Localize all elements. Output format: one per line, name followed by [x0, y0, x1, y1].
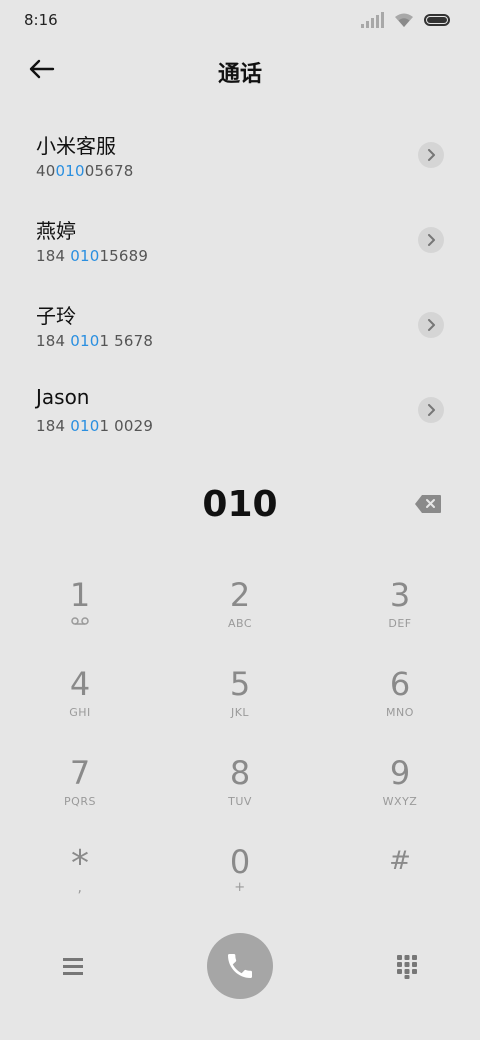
key-5[interactable]: 5 JKL: [160, 654, 320, 743]
contact-number: 184 0101 5678: [36, 332, 153, 350]
contact-item[interactable]: 小米客服 4001005678: [0, 118, 480, 203]
status-time: 8:16: [24, 11, 58, 29]
key-3[interactable]: 3 DEF: [320, 565, 480, 654]
menu-icon: [63, 958, 83, 975]
key-1[interactable]: 1: [0, 565, 160, 654]
battery-icon: [424, 14, 450, 26]
status-icons: [361, 12, 450, 28]
contact-detail-button[interactable]: [418, 397, 444, 423]
contact-number: 184 0101 0029: [36, 417, 153, 435]
chevron-right-icon: [428, 404, 435, 416]
key-digit: 8: [229, 754, 251, 792]
key-letters: +: [234, 880, 246, 895]
number-prefix: 40: [36, 162, 56, 180]
backspace-icon: [415, 495, 441, 513]
number-prefix: 184: [36, 417, 71, 435]
key-digit: 1: [69, 576, 91, 614]
number-match: 010: [55, 162, 85, 180]
contact-number: 4001005678: [36, 162, 133, 180]
contact-name: Jason: [36, 385, 90, 409]
number-suffix: 15689: [99, 247, 149, 265]
key-letters: MNO: [386, 706, 414, 719]
key-8[interactable]: 8 TUV: [160, 743, 320, 832]
key-digit: 2: [229, 576, 251, 614]
contact-detail-button[interactable]: [418, 142, 444, 168]
phone-icon: [228, 954, 252, 978]
key-digit: 6: [389, 665, 411, 703]
dialed-number: 010: [202, 484, 278, 525]
key-7[interactable]: 7 PQRS: [0, 743, 160, 832]
key-digit: 7: [69, 754, 91, 792]
contact-detail-button[interactable]: [418, 227, 444, 253]
menu-button[interactable]: [62, 956, 84, 976]
signal-icon: [361, 12, 384, 28]
backspace-button[interactable]: [414, 494, 442, 518]
page-title: 通话: [217, 62, 262, 87]
voicemail-icon: [71, 617, 89, 625]
key-letters: TUV: [228, 795, 252, 808]
key-letters: WXYZ: [382, 795, 418, 808]
dialpad-icon: [397, 955, 417, 979]
chevron-right-icon: [428, 319, 435, 331]
contact-item[interactable]: 燕婷 184 01015689: [0, 203, 480, 288]
key-letters: DEF: [388, 617, 412, 630]
key-9[interactable]: 9 WXYZ: [320, 743, 480, 832]
contact-list: 小米客服 4001005678 燕婷 184 01015689 子玲 184 0…: [0, 118, 480, 458]
contact-item[interactable]: 子玲 184 0101 5678: [0, 288, 480, 373]
key-letters: ABC: [227, 617, 253, 630]
chevron-right-icon: [428, 149, 435, 161]
key-digit: #: [389, 846, 411, 876]
key-letters: JKL: [230, 706, 250, 719]
number-suffix: 1 0029: [99, 417, 154, 435]
key-digit: *: [71, 843, 89, 884]
key-hash[interactable]: #: [320, 832, 480, 921]
number-match: 010: [70, 332, 100, 350]
key-digit: 3: [389, 576, 411, 614]
key-letters: ,: [77, 880, 83, 896]
header: 通话: [0, 44, 480, 96]
key-2[interactable]: 2 ABC: [160, 565, 320, 654]
call-button[interactable]: [207, 933, 273, 999]
key-digit: 0: [229, 843, 251, 881]
contact-detail-button[interactable]: [418, 312, 444, 338]
contact-name: 燕婷: [36, 219, 76, 243]
key-letters: GHI: [69, 706, 91, 719]
key-4[interactable]: 4 GHI: [0, 654, 160, 743]
bottom-bar: [0, 930, 480, 1004]
status-bar: 8:16: [0, 0, 480, 40]
dialpad-toggle-button[interactable]: [396, 954, 418, 980]
contact-name: 小米客服: [36, 134, 116, 158]
key-digit: 9: [389, 754, 411, 792]
contact-number: 184 01015689: [36, 247, 148, 265]
contact-item[interactable]: Jason 184 0101 0029: [0, 373, 480, 458]
key-digit: 5: [229, 665, 251, 703]
key-letters: PQRS: [64, 795, 96, 808]
number-prefix: 184: [36, 332, 71, 350]
number-suffix: 05678: [84, 162, 134, 180]
wifi-icon: [395, 13, 413, 27]
dial-keypad: 1 2 ABC 3 DEF 4 GHI 5 JKL 6 MNO 7 PQRS 8…: [0, 565, 480, 921]
contact-name: 子玲: [36, 304, 76, 328]
key-6[interactable]: 6 MNO: [320, 654, 480, 743]
number-match: 010: [70, 417, 100, 435]
number-match: 010: [70, 247, 100, 265]
number-suffix: 1 5678: [99, 332, 154, 350]
key-star[interactable]: * ,: [0, 832, 160, 921]
key-digit: 4: [69, 665, 91, 703]
number-prefix: 184: [36, 247, 71, 265]
chevron-right-icon: [428, 234, 435, 246]
key-0[interactable]: 0 +: [160, 832, 320, 921]
